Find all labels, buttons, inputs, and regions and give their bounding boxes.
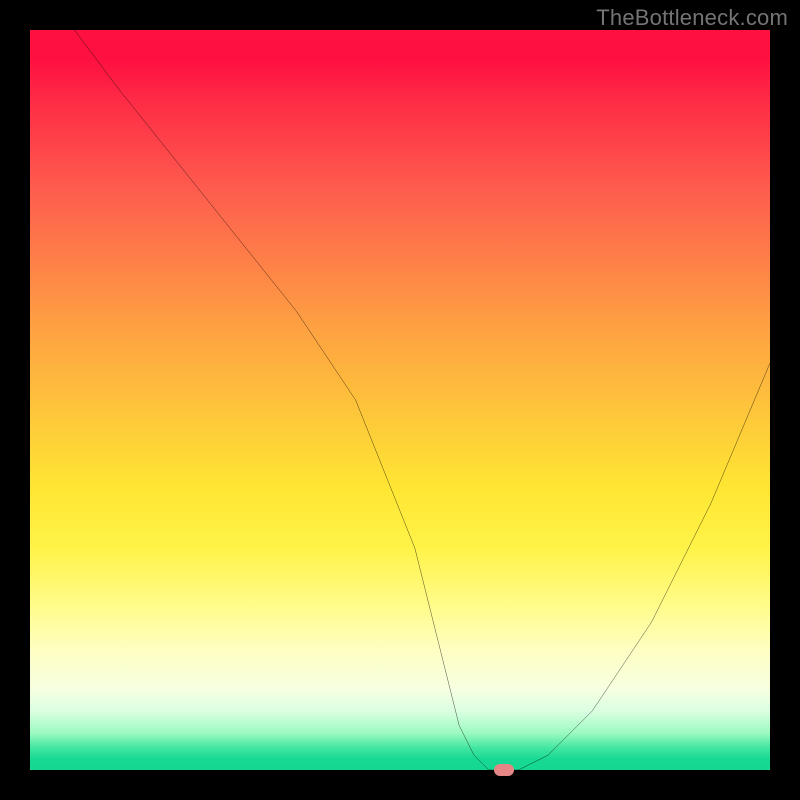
plot-area (30, 30, 770, 770)
optimal-marker (494, 764, 514, 776)
watermark-text: TheBottleneck.com (596, 5, 788, 31)
curve-svg (30, 30, 770, 770)
chart-frame: TheBottleneck.com (0, 0, 800, 800)
bottleneck-curve-path (74, 30, 770, 770)
